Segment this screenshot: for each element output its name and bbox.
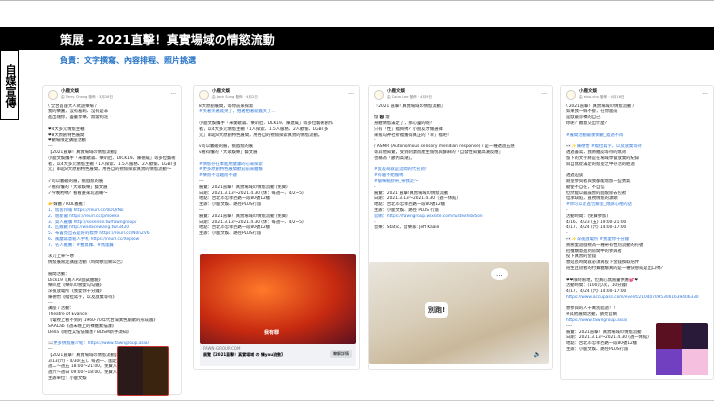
post-meta: 由 elsa-cho 發佈 · 4月16日 <box>579 94 625 99</box>
top-border <box>0 0 714 1</box>
post-text-line: 小鹿文娛攜手「米蘭歌森、樂叭肚、DLK19、陳建威」等多位藝術創作 <box>199 120 334 126</box>
post-text-line: 主辦：小鹿文娛、路徑PLUS行旅 <box>199 231 262 237</box>
post-meta: 由 Terry Chang 發佈 · 3月26日 <box>61 94 114 99</box>
volume-icon[interactable]: 🔈 <box>534 351 541 358</box>
post-text-line[interactable]: https://www.accupass.com/event/210407095… <box>566 295 708 301</box>
avatar[interactable] <box>48 89 58 100</box>
more-options-icon[interactable]: ··· <box>702 91 708 98</box>
photo-grid <box>656 323 708 375</box>
more-options-icon[interactable]: ··· <box>541 91 547 98</box>
flyer-image <box>117 346 169 396</box>
more-options-icon[interactable]: ··· <box>170 91 176 98</box>
speech-bubble-dots: ... <box>491 268 508 280</box>
bottom-border <box>0 400 714 401</box>
avatar[interactable] <box>374 89 384 100</box>
avatar[interactable] <box>566 89 576 100</box>
video-thumbnail[interactable]: 別跑! ... 🔈 <box>369 262 549 364</box>
video-thumbnail[interactable]: 我有罪 <box>200 254 356 344</box>
post-meta: 由 Cana Lee 發佈 · 4月9日 <box>387 94 432 99</box>
speech-bubble: 別跑! <box>425 302 449 318</box>
post-header: 小鹿文娛由 Jack Sung 發佈 · 4月2日 ··· <box>199 89 354 101</box>
post-header: 小鹿文娛由 Cana Lee 發佈 · 4月9日 ··· <box>374 89 547 101</box>
more-options-icon[interactable]: ··· <box>348 91 354 98</box>
side-label: 自媒宣傳 <box>0 50 19 120</box>
avatar[interactable] <box>199 89 209 100</box>
post-header: 小鹿文娛由 Terry Chang 發佈 · 3月26日 ··· <box>48 89 176 101</box>
video-caption: 我有罪 <box>264 330 280 336</box>
subtitle: 負責：文字撰寫、內容排程、照片挑選 <box>60 56 196 65</box>
title-bar: 策展 - 2021直擊！真實場域の情慾流動 <box>0 27 714 50</box>
learn-more-button[interactable]: 瞭解詳情 <box>330 350 352 358</box>
post-text-line: 小鹿文娛攜手「米蘭歌森、樂叭肚、DICK19、陳德威」等多位藝術創作 <box>48 155 176 161</box>
post-text-line: 元」串起8大原創特色展間，用各自的視角探索真實的情慾流動～ <box>48 167 172 173</box>
link-preview[interactable]: FAWN-GROUP.COM 展覽【2021直擊！真實場域 の 情you流動】 … <box>200 344 356 366</box>
post-header: 小鹿文娛由 elsa-cho 發佈 · 4月16日 ··· <box>566 89 708 101</box>
post-meta: 由 Jack Sung 發佈 · 4月2日 <box>212 94 258 99</box>
slide-title: 策展 - 2021直擊！真實場域の情慾流動 <box>60 33 275 47</box>
post-text-line: 音樂：Static，音樂家: Jeff Kaale <box>374 225 440 231</box>
